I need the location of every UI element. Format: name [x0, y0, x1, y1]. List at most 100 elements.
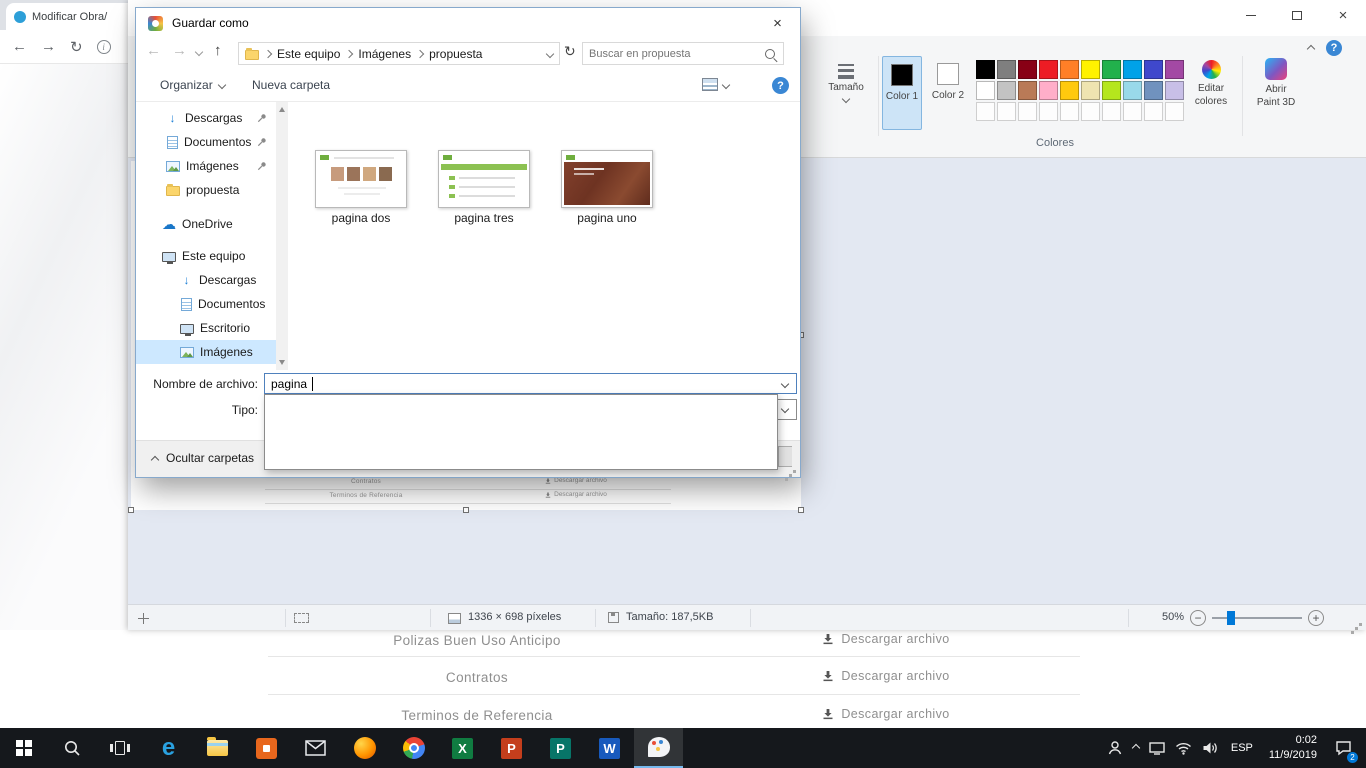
taskbar-app-paint-active[interactable] [634, 728, 683, 768]
edit-colors-button[interactable]: Editar colores [1186, 56, 1236, 134]
palette-swatch[interactable] [997, 60, 1016, 79]
download-link[interactable]: Descargar archivo [686, 669, 1086, 683]
sidebar-item-propuesta[interactable]: propuesta [136, 178, 276, 202]
open-paint3d-button[interactable]: Abrir Paint 3D [1248, 56, 1304, 134]
task-view-button[interactable] [96, 728, 144, 768]
collapse-ribbon-icon[interactable] [1307, 45, 1315, 53]
file-name[interactable]: pagina dos [301, 211, 421, 225]
size-button[interactable]: Tamaño [822, 56, 870, 132]
address-dropdown-icon[interactable] [546, 49, 554, 57]
help-icon[interactable]: ? [1326, 40, 1342, 56]
download-link[interactable]: Descargar archivo [686, 707, 1086, 721]
resize-handle[interactable] [463, 507, 469, 513]
sidebar-item-imagenes-selected[interactable]: Imágenes [136, 340, 276, 364]
file-name[interactable]: pagina uno [547, 211, 667, 225]
refresh-button[interactable]: ↻ [564, 43, 576, 60]
palette-empty-slot[interactable] [1123, 102, 1142, 121]
palette-swatch[interactable] [976, 81, 995, 100]
palette-swatch[interactable] [1165, 60, 1184, 79]
palette-swatch[interactable] [1039, 81, 1058, 100]
chevron-down-icon[interactable] [781, 405, 789, 413]
file-name[interactable]: pagina tres [424, 211, 544, 225]
search-input[interactable] [583, 48, 765, 60]
wifi-icon[interactable] [1170, 728, 1197, 768]
filename-combo[interactable] [264, 373, 797, 394]
sidebar-item-este-equipo[interactable]: Este equipo [136, 244, 276, 268]
sidebar-item-documentos[interactable]: Documentos [136, 130, 276, 154]
file-item[interactable] [561, 150, 653, 208]
organize-button[interactable]: Organizar [160, 78, 225, 92]
taskbar-app-word[interactable]: W [585, 728, 634, 768]
sidebar-item-descargas-2[interactable]: ↓Descargas [136, 268, 276, 292]
palette-empty-slot[interactable] [997, 102, 1016, 121]
zoom-slider-track[interactable] [1212, 617, 1302, 619]
show-hidden-icons-button[interactable] [1128, 728, 1144, 768]
palette-empty-slot[interactable] [1102, 102, 1121, 121]
palette-swatch[interactable] [1081, 60, 1100, 79]
network-icon[interactable] [1144, 728, 1170, 768]
forward-button[interactable]: → [172, 42, 187, 59]
filename-input[interactable] [265, 377, 782, 391]
taskbar-search-button[interactable] [48, 728, 96, 768]
hide-folders-button[interactable]: Ocultar carpetas [152, 451, 254, 465]
up-button[interactable]: ↑ [214, 42, 222, 59]
window-resize-grip[interactable] [1359, 623, 1362, 626]
new-folder-button[interactable]: Nueva carpeta [252, 78, 330, 92]
search-icon[interactable] [765, 49, 775, 59]
browser-tab[interactable]: Modificar Obra/ [6, 3, 136, 30]
sidebar-item-imagenes[interactable]: Imágenes [136, 154, 276, 178]
taskbar-app-mail[interactable] [291, 728, 340, 768]
language-indicator[interactable]: ESP [1223, 728, 1261, 768]
sidebar-scrollbar[interactable] [276, 102, 288, 370]
scroll-up-arrow[interactable] [279, 107, 285, 112]
minimize-button[interactable] [1228, 0, 1274, 30]
download-link[interactable]: Descargar archivo [686, 632, 1086, 646]
palette-swatch[interactable] [1102, 81, 1121, 100]
palette-swatch[interactable] [1144, 60, 1163, 79]
palette-empty-slot[interactable] [1144, 102, 1163, 121]
page-info-icon[interactable]: i [97, 40, 111, 54]
palette-swatch[interactable] [1060, 60, 1079, 79]
zoom-in-button[interactable]: + [1308, 610, 1324, 626]
palette-empty-slot[interactable] [1060, 102, 1079, 121]
browser-back-button[interactable]: ← [12, 38, 27, 55]
color2-button[interactable]: Color 2 [928, 56, 968, 130]
palette-swatch[interactable] [1123, 81, 1142, 100]
palette-swatch[interactable] [976, 60, 995, 79]
taskbar-app-store[interactable] [242, 728, 291, 768]
close-button[interactable]: × [1320, 0, 1366, 30]
palette-swatch[interactable] [1039, 60, 1058, 79]
browser-forward-button[interactable]: → [41, 38, 56, 55]
palette-empty-slot[interactable] [976, 102, 995, 121]
palette-empty-slot[interactable] [1081, 102, 1100, 121]
clock[interactable]: 0:02 11/9/2019 [1261, 733, 1325, 763]
taskbar-app-edge[interactable]: e [144, 728, 193, 768]
palette-swatch[interactable] [1018, 60, 1037, 79]
cancel-button-fragment[interactable] [778, 446, 792, 467]
breadcrumb[interactable]: Este equipo Imágenes propuesta [238, 42, 560, 65]
action-center-button[interactable]: 2 [1325, 728, 1362, 768]
taskbar-app-powerpoint[interactable]: P [487, 728, 536, 768]
sidebar-item-documentos-2[interactable]: Documentos [136, 292, 276, 316]
file-item[interactable] [315, 150, 407, 208]
back-button[interactable]: ← [146, 42, 161, 59]
view-toggle-button[interactable] [702, 78, 729, 91]
volume-icon[interactable] [1197, 728, 1223, 768]
sidebar-item-escritorio[interactable]: Escritorio [136, 316, 276, 340]
browser-reload-button[interactable]: ↻ [70, 38, 83, 56]
taskbar-app-firefox[interactable] [340, 728, 389, 768]
palette-swatch[interactable] [1144, 81, 1163, 100]
file-item[interactable] [438, 150, 530, 208]
palette-swatch[interactable] [1102, 60, 1121, 79]
dialog-close-button[interactable]: × [755, 8, 800, 38]
people-icon[interactable] [1102, 728, 1128, 768]
scroll-down-arrow[interactable] [279, 360, 285, 365]
palette-swatch[interactable] [1060, 81, 1079, 100]
maximize-button[interactable] [1274, 0, 1320, 30]
start-button[interactable] [0, 728, 48, 768]
zoom-out-button[interactable]: − [1190, 610, 1206, 626]
palette-swatch[interactable] [1018, 81, 1037, 100]
palette-swatch[interactable] [1123, 60, 1142, 79]
search-box[interactable] [582, 42, 784, 65]
dialog-resize-grip[interactable] [793, 470, 796, 473]
